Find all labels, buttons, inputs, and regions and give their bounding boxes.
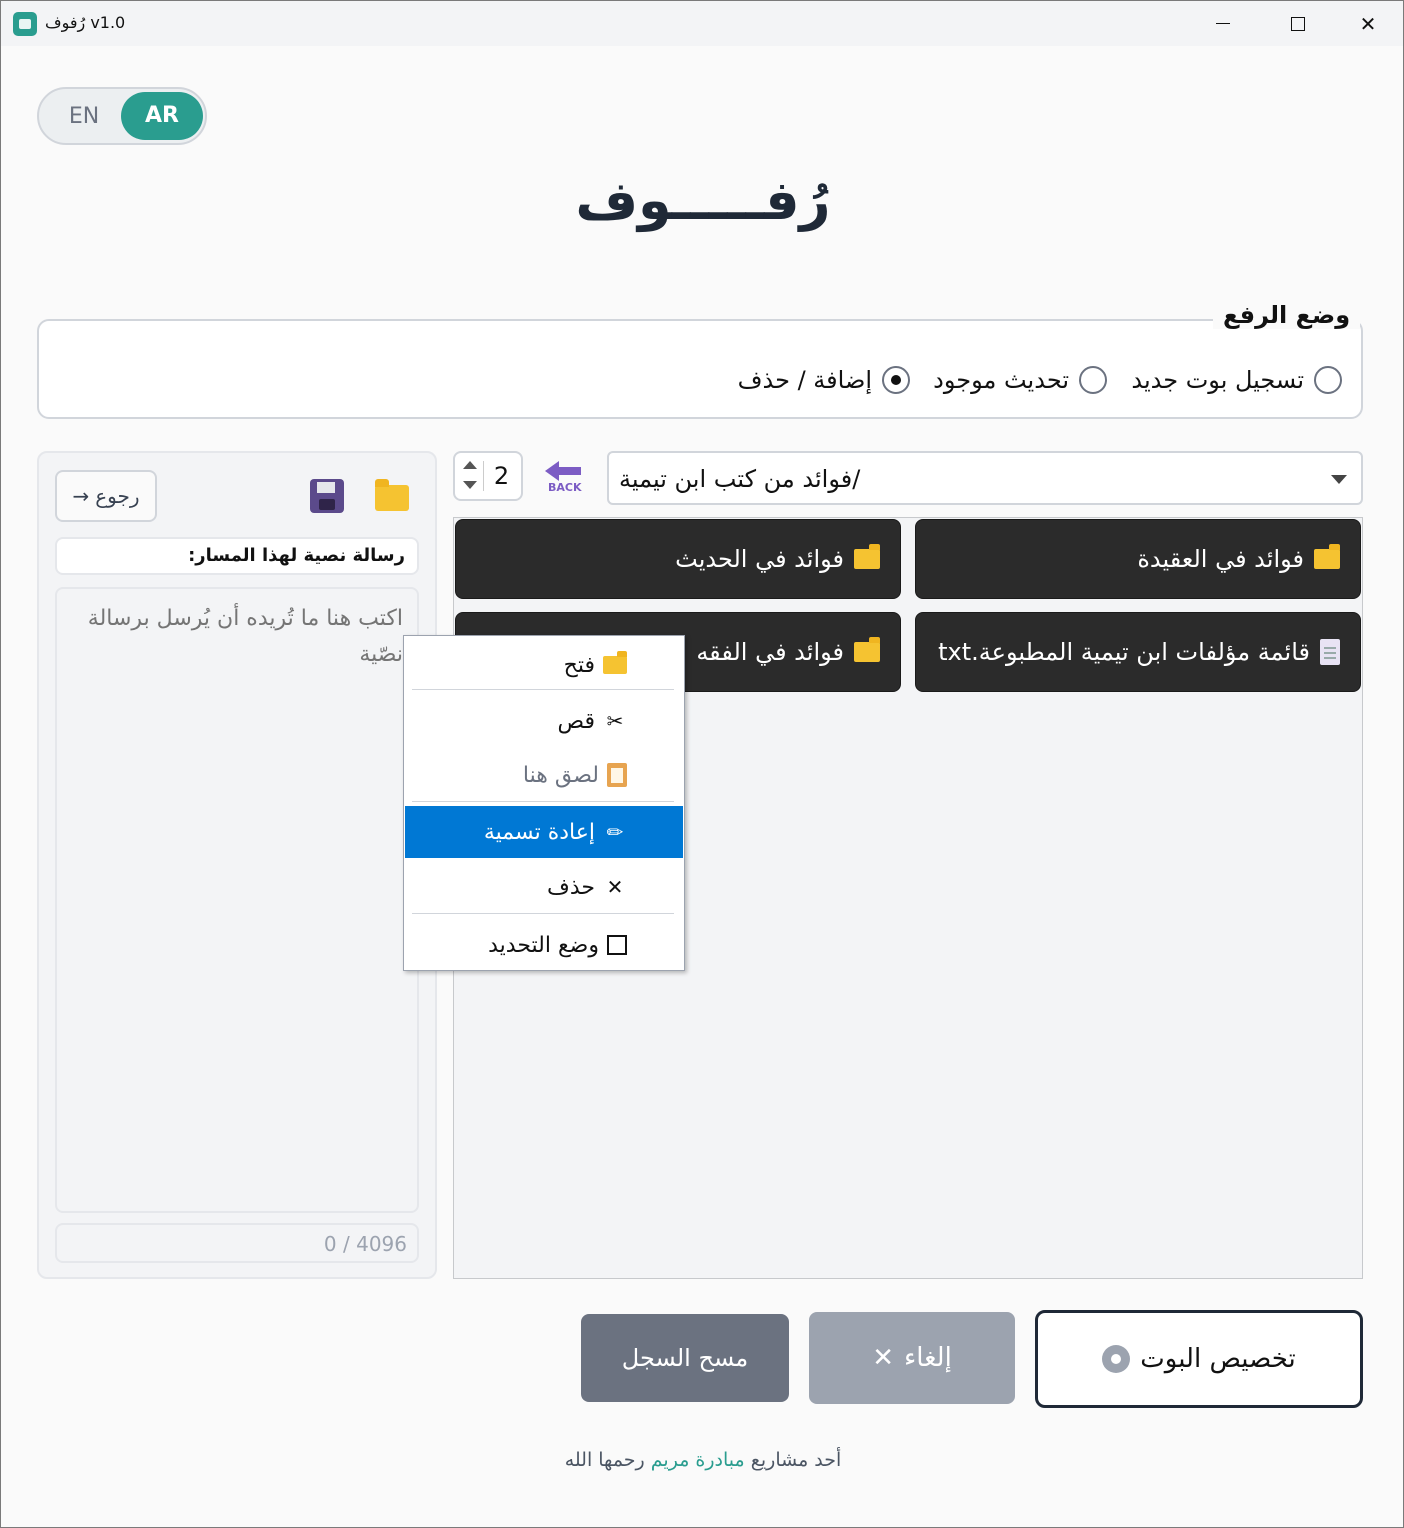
radio-circle[interactable] <box>1314 366 1342 394</box>
maximize-icon <box>1291 16 1305 31</box>
close-icon: ✕ <box>872 1343 894 1373</box>
clipboard-icon <box>607 763 627 787</box>
menu-item-rename[interactable]: ✏ إعادة تسمية <box>405 806 683 858</box>
radio-label: إضافة / حذف <box>737 366 872 394</box>
close-button[interactable]: ✕ <box>1333 1 1403 46</box>
cancel-label: إلغاء <box>903 1343 952 1373</box>
app-icon <box>13 12 37 36</box>
spin-up-icon[interactable] <box>463 461 477 469</box>
menu-label: وضع التحديد <box>488 932 599 958</box>
menu-label: إعادة تسمية <box>483 819 595 845</box>
lang-ar-option[interactable]: AR <box>121 92 203 140</box>
folder-tile[interactable]: فوائد في العقيدة <box>915 519 1361 599</box>
back-button[interactable]: رجوع → <box>55 470 157 522</box>
footer-link[interactable]: مبادرة مريم <box>651 1449 745 1471</box>
upload-mode-legend: وضع الرفع <box>1213 301 1361 329</box>
context-menu: فتح ✂ قص لصق هنا ✏ إعادة تسمية ✕ حذف وضع… <box>403 635 685 971</box>
menu-label: قص <box>557 708 595 734</box>
footer-prefix: أحد مشاريع <box>750 1449 842 1471</box>
maximize-button[interactable] <box>1263 1 1333 46</box>
radio-label: تسجيل بوت جديد <box>1131 366 1304 394</box>
menu-label: لصق هنا <box>522 762 599 788</box>
menu-item-open[interactable]: فتح <box>405 640 683 690</box>
folder-icon <box>1314 544 1340 569</box>
save-icon[interactable] <box>310 479 344 513</box>
app-window: رُفوف v1.0 ✕ EN AR رُفـــــوف وضع الرفع … <box>0 0 1404 1528</box>
path-dropdown[interactable]: /فوائد من كتب ابن تيمية <box>607 451 1363 505</box>
cancel-button[interactable]: إلغاء ✕ <box>809 1312 1015 1404</box>
back-arrow-button[interactable]: BACK <box>545 459 585 497</box>
scissors-icon: ✂ <box>606 709 624 733</box>
back-text: BACK <box>548 481 582 494</box>
path-message-label: رسالة نصية لهذا المسار: <box>55 537 419 575</box>
menu-item-delete[interactable]: ✕ حذف <box>405 862 683 912</box>
arrow-right-icon: → <box>72 484 90 508</box>
arrow-shaft <box>557 467 581 475</box>
folder-icon[interactable] <box>375 479 409 511</box>
menu-item-paste[interactable]: لصق هنا <box>405 750 683 800</box>
menu-label: حذف <box>547 874 595 900</box>
char-counter: 0 / 4096 <box>55 1223 419 1263</box>
menu-item-select-mode[interactable]: وضع التحديد <box>405 920 683 970</box>
radio-register-new-bot[interactable]: تسجيل بوت جديد <box>1131 363 1342 397</box>
radio-circle[interactable] <box>1079 366 1107 394</box>
columns-value[interactable]: 2 <box>483 461 519 491</box>
customize-label: تخصيص البوت <box>1140 1344 1296 1374</box>
menu-separator <box>412 801 674 802</box>
open-folder-icon <box>603 651 627 674</box>
checkbox-icon <box>607 935 627 955</box>
radio-update-existing[interactable]: تحديث موجود <box>933 363 1107 397</box>
minimize-button[interactable] <box>1188 1 1258 46</box>
spin-arrows[interactable] <box>459 457 481 495</box>
radio-add-delete[interactable]: إضافة / حذف <box>738 363 910 397</box>
app-title: رُفـــــوف <box>575 169 831 232</box>
minimize-icon <box>1216 23 1230 24</box>
footer-credit: أحد مشاريع مبادرة مريم رحمها الله <box>1 1449 1404 1471</box>
radio-circle-checked[interactable] <box>882 366 910 394</box>
file-tile[interactable]: قائمة مؤلفات ابن تيمية المطبوعة.txt <box>915 612 1361 692</box>
file-icon <box>1320 639 1340 665</box>
menu-separator <box>412 689 674 690</box>
chevron-down-icon[interactable] <box>1331 475 1347 484</box>
tile-label: فوائد في العقيدة <box>1137 545 1304 573</box>
tile-label: فوائد في الفقه <box>696 638 844 666</box>
clear-log-button[interactable]: مسح السجل <box>581 1314 789 1402</box>
columns-spinbox[interactable]: 2 <box>453 451 523 501</box>
path-message-input[interactable] <box>55 587 419 1213</box>
gear-icon <box>1102 1345 1131 1373</box>
window-title: رُفوف v1.0 <box>45 13 126 32</box>
menu-separator <box>412 913 674 914</box>
folder-icon <box>854 637 880 662</box>
back-label: رجوع <box>95 484 140 508</box>
pencil-icon: ✏ <box>606 820 624 844</box>
lang-en-option[interactable]: EN <box>49 99 119 135</box>
close-icon: ✕ <box>606 875 624 899</box>
menu-item-cut[interactable]: ✂ قص <box>405 696 683 746</box>
language-toggle[interactable]: EN AR <box>37 87 207 145</box>
customize-bot-button[interactable]: تخصيص البوت <box>1035 1310 1363 1408</box>
menu-label: فتح <box>563 652 595 678</box>
radio-label: تحديث موجود <box>933 366 1069 394</box>
spin-down-icon[interactable] <box>463 481 477 489</box>
tile-label: قائمة مؤلفات ابن تيمية المطبوعة.txt <box>938 638 1310 666</box>
title-bar: رُفوف v1.0 ✕ <box>1 1 1403 46</box>
tile-label: فوائد في الحديث <box>675 545 844 573</box>
folder-tile[interactable]: فوائد في الحديث <box>455 519 901 599</box>
footer-suffix: رحمها الله <box>564 1449 645 1471</box>
folder-icon <box>854 544 880 569</box>
current-path: /فوائد من كتب ابن تيمية <box>619 465 861 493</box>
